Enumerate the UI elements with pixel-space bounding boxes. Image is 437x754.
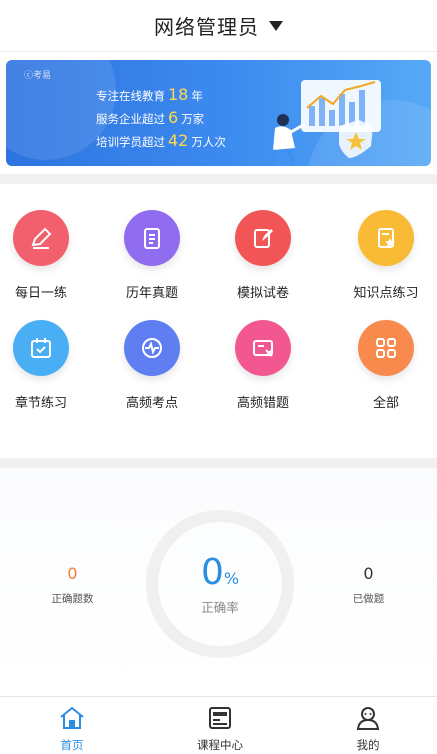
banner-line3-text: 培训学员超过	[96, 135, 165, 149]
clipboard-icon[interactable]	[124, 210, 180, 266]
tab-home-label[interactable]: 首页	[61, 737, 84, 753]
banner-text: 专注在线教育 18 年 服务企业超过 6 万家 培训学员超过 42 万人次	[96, 84, 226, 153]
section-divider	[0, 458, 437, 468]
banner-line1-number: 18	[168, 85, 189, 104]
accuracy-value: 0	[200, 552, 224, 593]
promo-banner[interactable]: ⓒ考易 专注在线教育 18 年 服务企业超过 6 万家 培训学员超过 42 万人次	[6, 60, 431, 166]
course-icon[interactable]	[205, 703, 235, 733]
banner-line2-text: 服务企业超过	[96, 112, 165, 126]
calendar-check-icon[interactable]	[13, 320, 69, 376]
pencil-icon[interactable]	[13, 210, 69, 266]
menu-item-label[interactable]: 历年真题	[126, 282, 178, 301]
tab-home[interactable]: 首页	[17, 697, 127, 753]
correct-count-stat: 0 正确题数	[30, 564, 115, 606]
banner-line3-unit: 万人次	[191, 135, 226, 149]
accuracy-stat: 0% 正确率	[160, 552, 280, 616]
banner-line1-text: 专注在线教育	[96, 89, 165, 103]
menu-item-daily-practice[interactable]: 每日一练	[0, 210, 96, 301]
feature-grid: 每日一练 历年真题 模拟试卷 知识点练习 章节练习 高频考点 高频错题 全部	[0, 184, 437, 456]
bottom-tab-bar: 首页 课程中心 我的	[0, 696, 437, 754]
tab-course-center[interactable]: 课程中心	[165, 697, 275, 753]
menu-item-frequent-topics[interactable]: 高频考点	[97, 320, 207, 411]
exam-selector-title[interactable]: 网络管理员	[154, 11, 259, 40]
done-count-value: 0	[363, 564, 374, 583]
grid-icon[interactable]	[358, 320, 414, 376]
banner-line1-unit: 年	[191, 89, 203, 103]
practice-stats-panel: 0 正确题数 0% 正确率 0 已做题	[0, 468, 437, 694]
tab-profile-label[interactable]: 我的	[357, 737, 380, 753]
menu-item-chapter-practice[interactable]: 章节练习	[0, 320, 96, 411]
banner-line2-number: 6	[168, 108, 179, 127]
banner-illustration	[271, 80, 381, 163]
edit-paper-icon[interactable]	[235, 210, 291, 266]
done-count-label: 已做题	[352, 593, 385, 605]
profile-icon[interactable]	[353, 703, 383, 733]
star-note-icon[interactable]	[358, 210, 414, 266]
top-header[interactable]: 网络管理员	[0, 0, 437, 52]
section-divider	[0, 174, 437, 184]
menu-item-frequent-mistakes[interactable]: 高频错题	[208, 320, 318, 411]
accuracy-label: 正确率	[201, 600, 239, 615]
tab-profile[interactable]: 我的	[313, 697, 423, 753]
menu-item-past-exams[interactable]: 历年真题	[97, 210, 207, 301]
dropdown-caret-icon[interactable]	[269, 20, 283, 31]
menu-item-label[interactable]: 模拟试卷	[237, 282, 289, 301]
correct-count-label: 正确题数	[51, 593, 94, 605]
menu-item-label[interactable]: 每日一练	[15, 282, 67, 301]
menu-item-label[interactable]: 全部	[373, 392, 399, 411]
correct-count-value: 0	[67, 564, 78, 583]
pulse-check-icon[interactable]	[124, 320, 180, 376]
menu-item-knowledge-practice[interactable]: 知识点练习	[331, 210, 437, 301]
accuracy-unit: %	[223, 569, 240, 588]
done-count-stat: 0 已做题	[326, 564, 411, 606]
banner-line3-number: 42	[168, 131, 189, 150]
menu-item-mock-exam[interactable]: 模拟试卷	[208, 210, 318, 301]
menu-item-label[interactable]: 高频错题	[237, 392, 289, 411]
error-card-icon[interactable]	[235, 320, 291, 376]
banner-line2-unit: 万家	[181, 112, 205, 126]
tab-course-center-label[interactable]: 课程中心	[197, 737, 243, 753]
menu-item-label[interactable]: 知识点练习	[353, 282, 418, 301]
home-icon[interactable]	[57, 703, 87, 733]
app-screen: 网络管理员 ⓒ考易 专注在线教育 18 年 服务企业超过 6 万家 培训学员超过 42 万人…	[0, 0, 437, 754]
menu-item-all[interactable]: 全部	[331, 320, 437, 411]
menu-item-label[interactable]: 章节练习	[15, 392, 67, 411]
menu-item-label[interactable]: 高频考点	[126, 392, 178, 411]
banner-logo: ⓒ考易	[24, 71, 52, 81]
